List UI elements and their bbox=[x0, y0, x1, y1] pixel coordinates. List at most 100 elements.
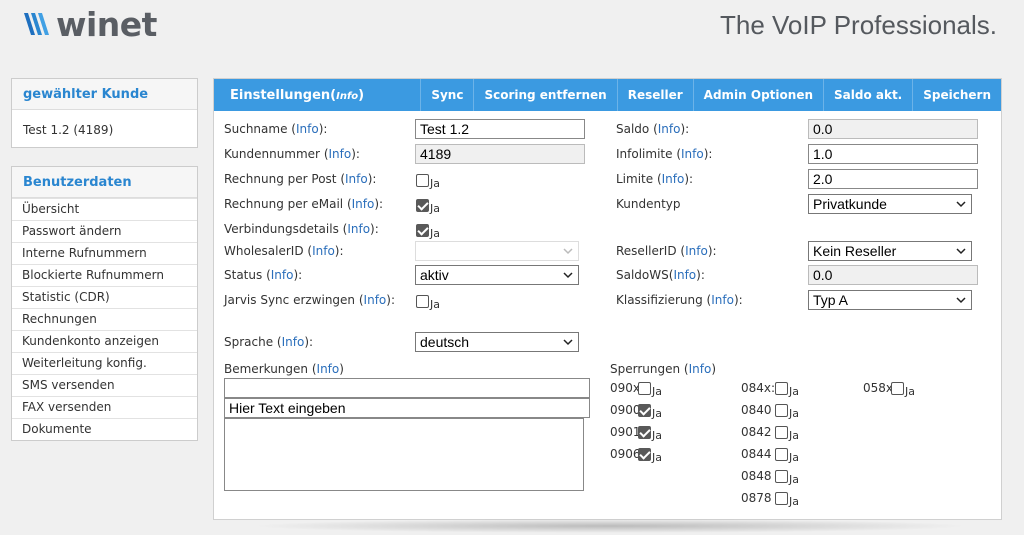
reseller-select[interactable]: Kein Reseller bbox=[808, 241, 972, 261]
sperre-0842-checkbox[interactable]: Ja bbox=[775, 426, 799, 442]
user-data-title: Benutzerdaten bbox=[12, 167, 197, 198]
label-wholesaler: WholesalerID (Info): bbox=[224, 244, 344, 258]
settings-panel: Einstellungen(Info) Sync Scoring entfern… bbox=[213, 78, 1002, 520]
update-balance-button[interactable]: Saldo akt. bbox=[823, 79, 912, 111]
checkbox-unchecked[interactable] bbox=[775, 470, 788, 483]
status-select[interactable]: aktiv bbox=[415, 265, 579, 285]
verbindungsdetails-checkbox[interactable]: Ja bbox=[416, 224, 440, 240]
sperre-code: 0844 bbox=[741, 447, 772, 461]
bemerkungen-textarea[interactable] bbox=[224, 418, 584, 491]
info-link[interactable]: Info bbox=[317, 362, 340, 376]
chevron-down-icon bbox=[956, 297, 966, 304]
info-link[interactable]: Info bbox=[329, 147, 352, 161]
checkbox-checked[interactable] bbox=[638, 426, 651, 439]
sperre-0844-checkbox[interactable]: Ja bbox=[775, 448, 799, 464]
label-limite: Limite (Info): bbox=[616, 172, 694, 186]
checkbox-unchecked[interactable] bbox=[775, 404, 788, 417]
chevron-down-icon bbox=[956, 201, 966, 208]
label-rechnung-post: Rechnung per Post (Info): bbox=[224, 172, 377, 186]
info-link[interactable]: Info bbox=[658, 122, 681, 136]
label-rechnung-email: Rechnung per eMail (Info): bbox=[224, 197, 384, 211]
info-link[interactable]: Info bbox=[673, 268, 696, 282]
info-link[interactable]: Info bbox=[347, 222, 370, 236]
info-link[interactable]: Info bbox=[352, 197, 375, 211]
remove-scoring-button[interactable]: Scoring entfernen bbox=[473, 79, 616, 111]
checkbox-checked[interactable] bbox=[638, 404, 651, 417]
checkbox-unchecked[interactable] bbox=[775, 492, 788, 505]
infolimite-input[interactable]: 1.0 bbox=[808, 144, 978, 164]
info-link[interactable]: Info bbox=[282, 335, 305, 349]
sperre-0906-checkbox[interactable]: Ja bbox=[638, 448, 662, 464]
limite-input[interactable]: 2.0 bbox=[808, 169, 978, 189]
settings-toolbar: Einstellungen(Info) Sync Scoring entfern… bbox=[214, 79, 1001, 111]
label-saldows: SaldoWS(Info): bbox=[616, 268, 705, 282]
checkbox-unchecked[interactable] bbox=[638, 382, 651, 395]
info-link[interactable]: Info bbox=[711, 293, 734, 307]
rechnung-email-checkbox[interactable]: Ja bbox=[416, 199, 440, 215]
info-link[interactable]: Info bbox=[689, 362, 712, 376]
info-link[interactable]: Info bbox=[271, 268, 294, 282]
save-button[interactable]: Speichern bbox=[912, 79, 1001, 111]
checkbox-unchecked[interactable] bbox=[775, 382, 788, 395]
bemerkungen-line-input[interactable] bbox=[224, 378, 590, 398]
label-kundentyp: Kundentyp bbox=[616, 197, 681, 211]
sidebar-item-overview[interactable]: Übersicht bbox=[12, 198, 197, 220]
info-link[interactable]: Info bbox=[364, 293, 387, 307]
kundentyp-select[interactable]: Privatkunde bbox=[808, 194, 972, 214]
sprache-select[interactable]: deutsch bbox=[415, 332, 579, 352]
checkbox-unchecked[interactable] bbox=[416, 174, 429, 187]
label-sprache: Sprache (Info): bbox=[224, 335, 314, 349]
sperre-code: 0842 bbox=[741, 425, 772, 439]
checkbox-checked[interactable] bbox=[416, 199, 429, 212]
checkbox-checked[interactable] bbox=[416, 224, 429, 237]
sperre-058x-checkbox[interactable]: Ja bbox=[891, 382, 915, 398]
settings-title-info-link[interactable]: Info bbox=[336, 91, 358, 102]
label-saldo: Saldo (Info): bbox=[616, 122, 690, 136]
chevron-down-icon bbox=[563, 339, 573, 346]
info-link[interactable]: Info bbox=[296, 122, 319, 136]
sperre-0840-checkbox[interactable]: Ja bbox=[775, 404, 799, 420]
suchname-input[interactable]: Test 1.2 bbox=[415, 119, 585, 139]
checkbox-unchecked[interactable] bbox=[891, 382, 904, 395]
sperre-084x-checkbox[interactable]: Ja bbox=[775, 382, 799, 398]
info-link[interactable]: Info bbox=[312, 244, 335, 258]
info-link[interactable]: Info bbox=[681, 147, 704, 161]
checkbox-unchecked[interactable] bbox=[775, 448, 788, 461]
sperre-0878-checkbox[interactable]: Ja bbox=[775, 492, 799, 508]
sidebar-item-change-password[interactable]: Passwort ändern bbox=[12, 220, 197, 242]
info-link[interactable]: Info bbox=[685, 244, 708, 258]
sperre-0900-checkbox[interactable]: Ja bbox=[638, 404, 662, 420]
sync-button[interactable]: Sync bbox=[420, 79, 473, 111]
klassifizierung-select[interactable]: Typ A bbox=[808, 290, 972, 310]
tagline: The VoIP Professionals. bbox=[719, 10, 997, 40]
sidebar-item-forwarding[interactable]: Weiterleitung konfig. bbox=[12, 352, 197, 374]
sidebar-item-internal-numbers[interactable]: Interne Rufnummern bbox=[12, 242, 197, 264]
sidebar-item-send-fax[interactable]: FAX versenden bbox=[12, 396, 197, 418]
sidebar-item-statistic[interactable]: Statistic (CDR) bbox=[12, 286, 197, 308]
sperre-090x-checkbox[interactable]: Ja bbox=[638, 382, 662, 398]
sperre-0901-checkbox[interactable]: Ja bbox=[638, 426, 662, 442]
sperre-code: 0901 bbox=[610, 425, 641, 439]
sidebar-item-documents[interactable]: Dokumente bbox=[12, 418, 197, 440]
jarvis-sync-checkbox[interactable]: Ja bbox=[416, 295, 440, 311]
checkbox-unchecked[interactable] bbox=[775, 426, 788, 439]
winet-logo[interactable]: winet bbox=[22, 4, 157, 44]
admin-options-button[interactable]: Admin Optionen bbox=[692, 79, 823, 111]
checkbox-unchecked[interactable] bbox=[416, 295, 429, 308]
sidebar-item-blocked-numbers[interactable]: Blockierte Rufnummern bbox=[12, 264, 197, 286]
reseller-button[interactable]: Reseller bbox=[616, 79, 693, 111]
sperre-code: 0848 bbox=[741, 469, 772, 483]
info-link[interactable]: Info bbox=[662, 172, 685, 186]
bemerkungen-text-input[interactable]: Hier Text eingeben bbox=[224, 398, 590, 418]
checkbox-checked[interactable] bbox=[638, 448, 651, 461]
sperre-0848-checkbox[interactable]: Ja bbox=[775, 470, 799, 486]
info-link[interactable]: Info bbox=[345, 172, 368, 186]
sidebar-item-send-sms[interactable]: SMS versenden bbox=[12, 374, 197, 396]
sidebar-item-invoices[interactable]: Rechnungen bbox=[12, 308, 197, 330]
settings-title: Einstellungen(Info) bbox=[230, 87, 365, 103]
label-reseller: ResellerID (Info): bbox=[616, 244, 717, 258]
chevron-down-icon bbox=[563, 248, 573, 255]
rechnung-post-checkbox[interactable]: Ja bbox=[416, 174, 440, 190]
sidebar-item-customer-account[interactable]: Kundenkonto anzeigen bbox=[12, 330, 197, 352]
label-infolimite: Infolimite (Info): bbox=[616, 147, 713, 161]
